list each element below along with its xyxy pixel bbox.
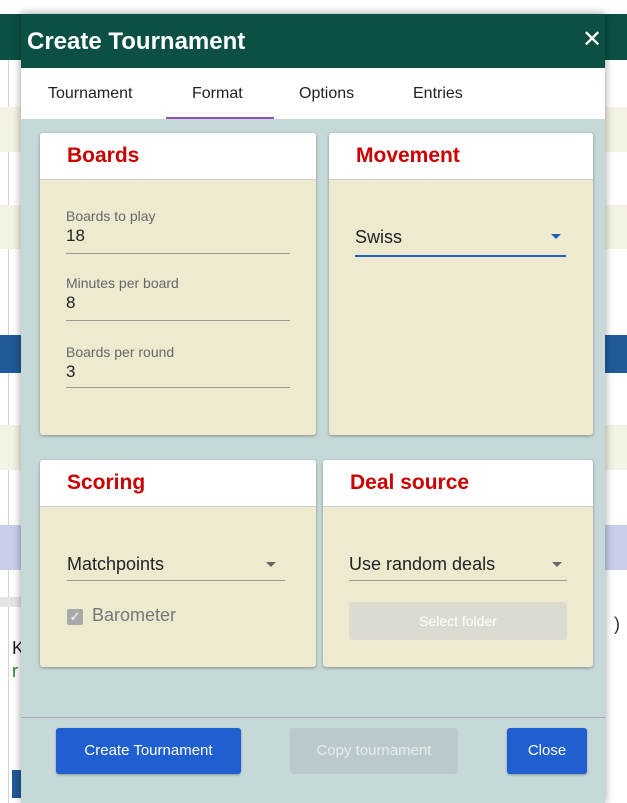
scoring-select-value: Matchpoints — [67, 554, 165, 574]
background-row — [605, 205, 627, 249]
dialog-title: Create Tournament — [27, 28, 246, 55]
dialog-footer-divider — [21, 717, 605, 718]
boards-per-round-input[interactable]: 3 — [66, 362, 75, 382]
background-row — [0, 205, 22, 249]
background-row — [605, 107, 627, 152]
create-tournament-button[interactable]: Create Tournament — [56, 728, 241, 774]
boards-per-round-label: Boards per round — [66, 344, 175, 360]
scoring-card: Scoring Matchpoints ✓ Barometer — [40, 460, 316, 667]
barometer-checkbox[interactable]: ✓ — [67, 609, 83, 625]
background-row — [0, 597, 22, 607]
movement-card-header: Movement — [329, 133, 593, 180]
scoring-select-underline — [67, 580, 285, 581]
background-row — [605, 425, 627, 470]
movement-card-title: Movement — [356, 144, 460, 167]
deal-source-select-underline — [349, 580, 567, 581]
background-text: ) — [614, 614, 620, 634]
scoring-card-title: Scoring — [67, 471, 146, 494]
tab-entries[interactable]: Entries — [413, 85, 463, 103]
movement-select-value: Swiss — [355, 227, 403, 247]
select-folder-button[interactable]: Select folder — [349, 602, 567, 640]
scoring-card-header: Scoring — [40, 460, 316, 507]
active-tab-indicator — [166, 117, 274, 119]
close-button[interactable]: Close — [507, 728, 587, 774]
background-row — [0, 107, 22, 152]
boards-card-title: Boards — [67, 144, 140, 167]
chevron-down-icon — [552, 562, 562, 567]
background-row-selected — [605, 525, 627, 570]
boards-card-header: Boards — [40, 133, 316, 180]
deal-source-select-value: Use random deals — [349, 554, 496, 574]
minutes-per-board-underline — [66, 320, 290, 321]
copy-tournament-button[interactable]: Copy tournament — [290, 728, 458, 774]
create-tournament-dialog: Create Tournament ✕ Tournament Format Op… — [21, 14, 605, 803]
tab-format[interactable]: Format — [192, 85, 243, 103]
minutes-per-board-input[interactable]: 8 — [66, 293, 75, 313]
background-row-selected — [0, 525, 22, 570]
deal-source-card: Deal source Use random deals Select fold… — [323, 460, 593, 667]
dialog-titlebar: Create Tournament ✕ — [21, 14, 605, 68]
chevron-down-icon — [551, 234, 561, 239]
background-text: r — [12, 661, 18, 681]
tab-options[interactable]: Options — [299, 85, 354, 103]
movement-card: Movement Swiss — [329, 133, 593, 435]
barometer-label: Barometer — [92, 605, 177, 625]
background-row-highlight — [605, 335, 627, 373]
boards-to-play-input[interactable]: 18 — [66, 226, 85, 246]
background-row-highlight — [0, 335, 22, 373]
boards-card: Boards Boards to play 18 Minutes per boa… — [40, 133, 316, 435]
boards-per-round-underline — [66, 387, 290, 388]
chevron-down-icon — [266, 562, 276, 567]
background-row — [0, 425, 22, 470]
deal-source-card-title: Deal source — [350, 471, 470, 494]
tab-bar: Tournament Format Options Entries — [21, 68, 605, 119]
deal-source-card-header: Deal source — [323, 460, 593, 507]
boards-to-play-underline — [66, 253, 290, 254]
movement-select-underline — [355, 255, 566, 257]
close-icon[interactable]: ✕ — [582, 28, 602, 52]
tab-tournament[interactable]: Tournament — [48, 85, 133, 103]
boards-to-play-label: Boards to play — [66, 208, 156, 224]
minutes-per-board-label: Minutes per board — [66, 275, 179, 291]
